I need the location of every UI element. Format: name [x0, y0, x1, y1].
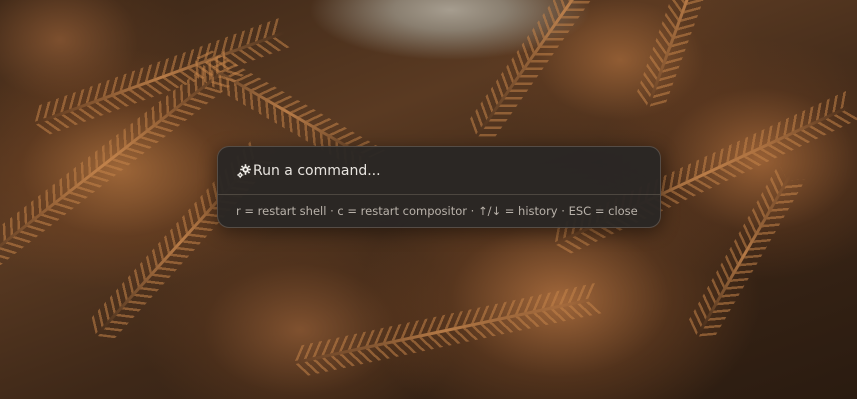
command-row[interactable]	[218, 147, 660, 195]
wallpaper-frond	[478, 0, 654, 133]
command-input[interactable]	[253, 160, 660, 181]
hint-text: r = restart shell · c = restart composit…	[236, 204, 638, 218]
wallpaper-frond	[299, 297, 594, 363]
wallpaper-frond	[648, 0, 727, 103]
gear-icon	[236, 163, 252, 179]
run-command-dialog: r = restart shell · c = restart composit…	[217, 146, 661, 228]
keyboard-hint: r = restart shell · c = restart composit…	[218, 195, 660, 227]
desktop-wallpaper: r = restart shell · c = restart composit…	[0, 0, 857, 399]
wallpaper-frond	[698, 174, 792, 333]
